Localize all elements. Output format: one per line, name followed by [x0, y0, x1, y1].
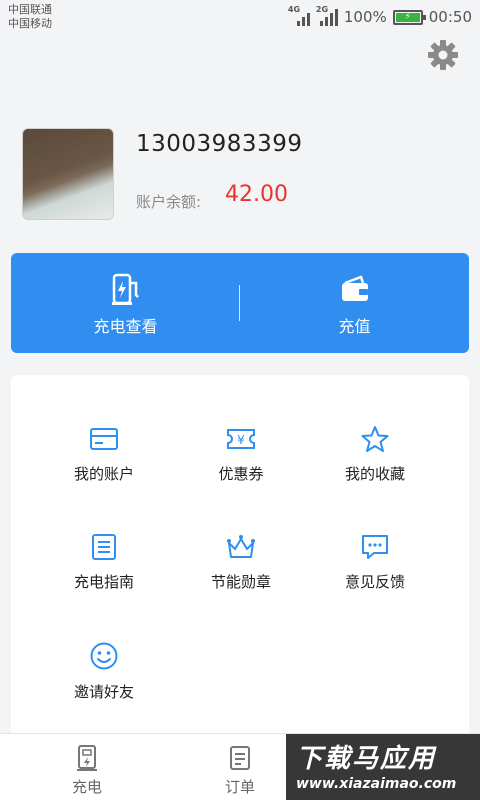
- user-phone: 13003983399: [136, 131, 303, 157]
- grid-label: 邀请好友: [73, 683, 134, 701]
- grid-label: 意见反馈: [344, 573, 405, 591]
- nav-item-charge[interactable]: 充电: [52, 744, 122, 797]
- grid-item-my-account[interactable]: 我的账户: [34, 425, 174, 495]
- carrier-1: 中国联通: [8, 3, 52, 16]
- star-icon: [361, 426, 389, 452]
- watermark-title: 下载马应用: [296, 744, 437, 774]
- nav-item-orders[interactable]: 订单: [205, 744, 275, 797]
- charging-pile-icon: [111, 273, 139, 305]
- grid-label: 充电指南: [73, 573, 134, 591]
- carrier-2: 中国移动: [8, 17, 52, 30]
- balance-value: 42.00: [225, 182, 288, 207]
- wallet-icon: [341, 275, 368, 301]
- grid-item-coupon[interactable]: ¥ 优惠券: [171, 425, 311, 495]
- carriers: 中国联通 中国移动: [8, 3, 52, 31]
- grid-label: 我的账户: [73, 465, 134, 483]
- charge-view-button[interactable]: 充电查看: [11, 253, 240, 353]
- watermark-url: www.xiazaimao.com: [296, 776, 457, 792]
- guide-icon: [92, 534, 116, 560]
- grid-item-favorites[interactable]: 我的收藏: [305, 425, 445, 495]
- nav-label-charge: 充电: [71, 778, 102, 796]
- watermark: 下载马应用 www.xiazaimao.com: [286, 734, 480, 800]
- action-card: 充电查看 充值: [11, 253, 469, 353]
- gear-icon[interactable]: [426, 38, 460, 72]
- battery-percent: 100%: [343, 8, 387, 26]
- menu-grid: 我的账户 ¥ 优惠券 我的收藏 充电指南 节能勋章 意见反馈 邀请好友: [11, 375, 469, 740]
- grid-label: 我的收藏: [344, 465, 405, 483]
- charging-station-icon: [77, 745, 97, 771]
- clock: 00:50: [428, 8, 472, 26]
- card-icon: [90, 428, 118, 450]
- grid-item-medal[interactable]: 节能勋章: [171, 533, 311, 603]
- crown-icon: [227, 535, 255, 558]
- signal-2g-icon: 2G: [316, 5, 338, 26]
- smile-icon: [90, 642, 118, 670]
- recharge-label: 充值: [338, 317, 371, 336]
- order-list-icon: [230, 746, 250, 770]
- grid-item-feedback[interactable]: 意见反馈: [305, 533, 445, 603]
- svg-text:¥: ¥: [237, 433, 245, 447]
- grid-item-guide[interactable]: 充电指南: [34, 533, 174, 603]
- grid-label: 节能勋章: [210, 573, 271, 591]
- feedback-icon: [362, 535, 388, 559]
- charge-view-label: 充电查看: [93, 317, 158, 336]
- status-right: 4G 2G 100% ⚡ 00:50: [288, 5, 472, 28]
- status-bar: 中国联通 中国移动 4G 2G 100% ⚡ 00:50: [0, 0, 480, 34]
- grid-label: 优惠券: [218, 465, 264, 483]
- avatar[interactable]: [22, 128, 114, 220]
- nav-label-orders: 订单: [224, 778, 255, 796]
- recharge-button[interactable]: 充值: [240, 253, 469, 353]
- battery-icon: ⚡: [392, 9, 426, 25]
- signal-4g-icon: 4G: [288, 5, 310, 26]
- coupon-icon: ¥: [227, 429, 255, 449]
- balance-label: 账户余额:: [136, 193, 202, 211]
- grid-item-invite[interactable]: 邀请好友: [34, 641, 174, 711]
